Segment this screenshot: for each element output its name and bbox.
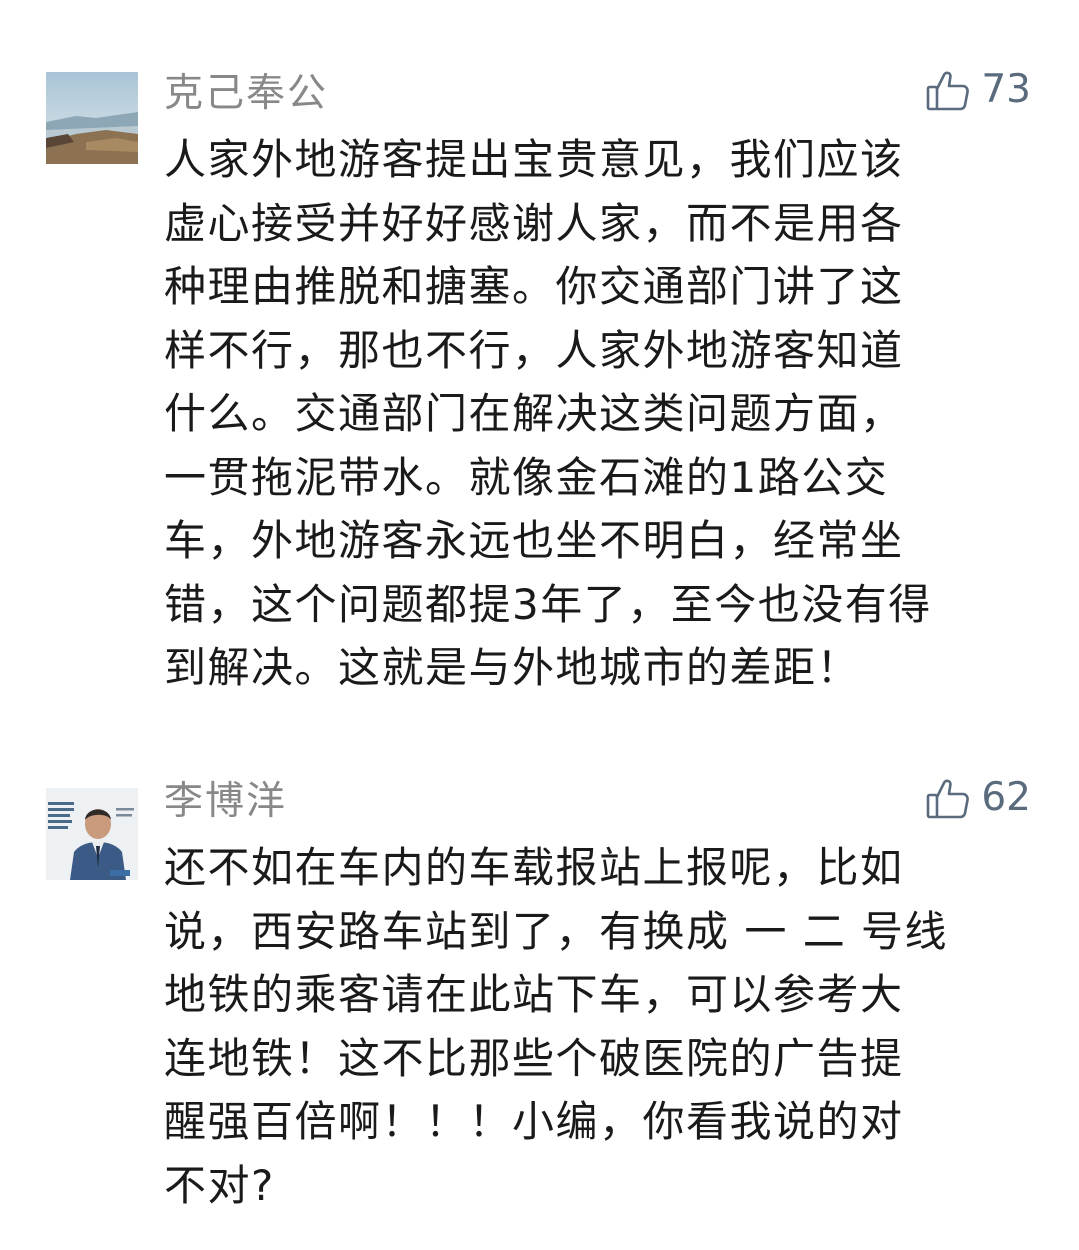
user-avatar[interactable]	[46, 788, 138, 880]
thumbs-up-icon	[925, 67, 971, 113]
comment-text: 人家外地游客提出宝贵意见，我们应该 虚心接受并好好感谢人家，而不是用各 种理由推…	[164, 135, 932, 692]
comment-text: 还不如在车内的车载报站上报呢，比如 说，西安路车站到了，有换成 一 二 号线 地…	[164, 843, 949, 1210]
like-button[interactable]: 73	[925, 62, 1031, 118]
like-button[interactable]: 62	[925, 770, 1031, 826]
like-count: 62	[981, 775, 1031, 820]
username[interactable]: 克己奉公	[164, 66, 328, 122]
thumbs-up-icon	[925, 775, 971, 821]
comments-page: 克己奉公 73 人家外地游客提出宝贵意见，我们应该 虚心接受并好好感谢人家，而不…	[0, 0, 1079, 1250]
like-count: 73	[981, 67, 1031, 112]
username[interactable]: 李博洋	[164, 774, 287, 830]
portrait-avatar-icon	[46, 788, 138, 880]
landscape-avatar-icon	[46, 72, 138, 164]
user-avatar[interactable]	[46, 72, 138, 164]
